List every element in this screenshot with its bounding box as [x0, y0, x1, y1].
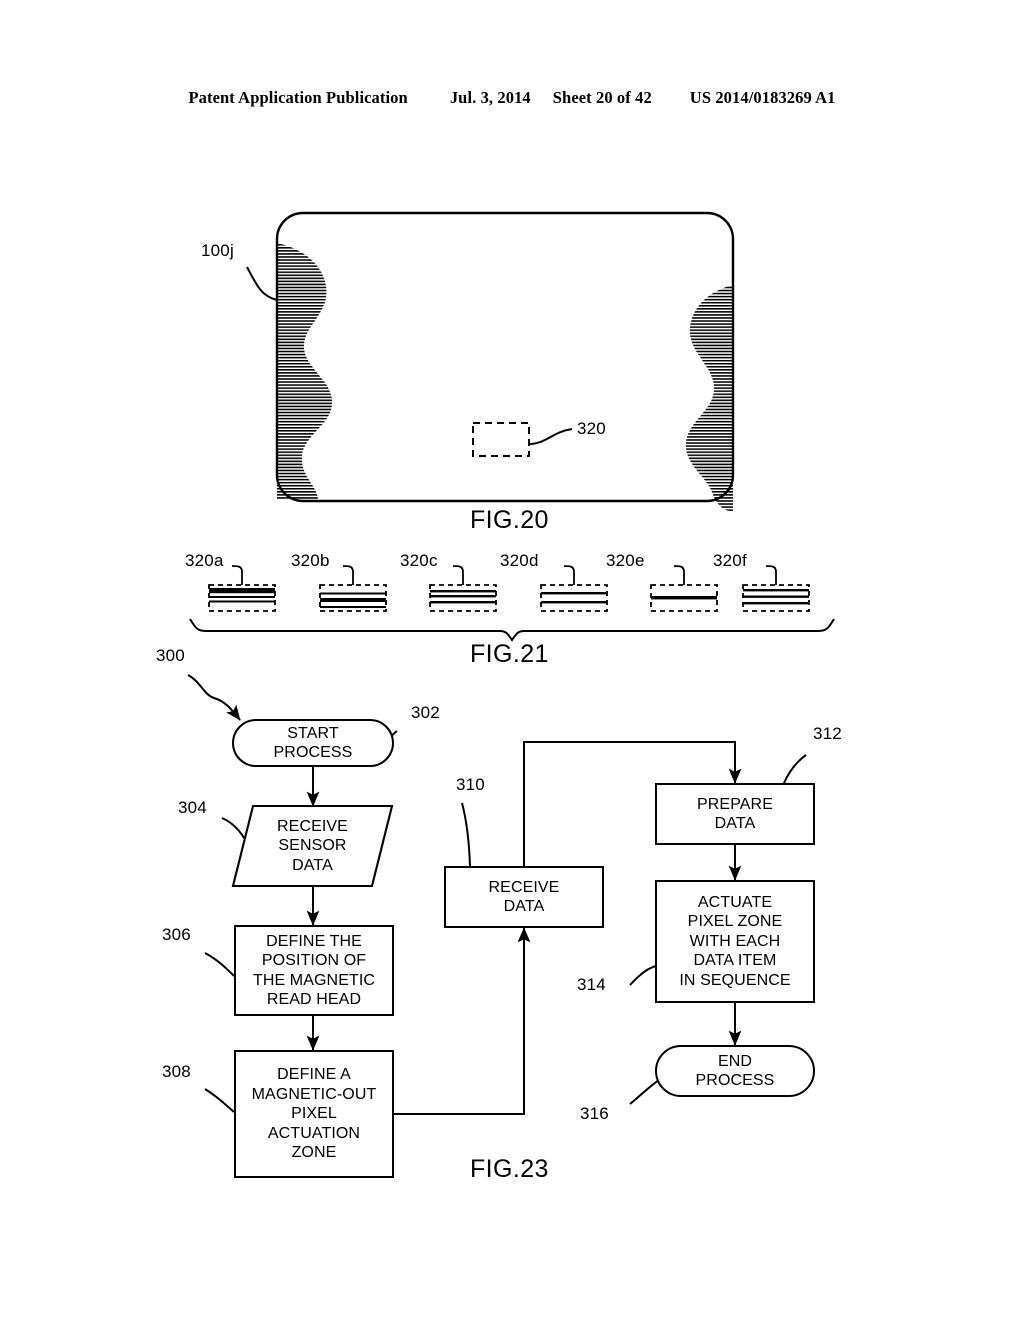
fig23-caption: FIG.23 — [470, 1155, 549, 1183]
fig21-label-320c: 320c — [400, 551, 438, 570]
fig21-label-320f: 320f — [713, 551, 747, 570]
fig21-label-320d: 320d — [500, 551, 539, 570]
fig20-device-label: 100j — [201, 241, 234, 260]
flow-node-end-process[interactable]: END PROCESS — [655, 1045, 815, 1097]
flow-node-receive-sensor-data-text: RECEIVE SENSOR DATA — [277, 817, 348, 874]
flow-node-start-process-text: START PROCESS — [273, 724, 353, 762]
flow-node-receive-data-text: RECEIVE DATA — [488, 878, 560, 916]
fig21-label-320b: 320b — [291, 551, 330, 570]
fig21-item-320e — [650, 565, 718, 612]
flow-ref-302: 302 — [411, 703, 440, 722]
fig21-item-320b — [319, 565, 387, 612]
flow-node-prepare-data-text: PREPARE DATA — [697, 795, 773, 833]
fig20-caption: FIG.20 — [470, 506, 549, 534]
flow-node-actuate-pixel-zone-text: ACTUATE PIXEL ZONE WITH EACH DATA ITEM I… — [679, 893, 791, 989]
flow-node-receive-data[interactable]: RECEIVE DATA — [444, 866, 604, 928]
flow-ref-304: 304 — [178, 798, 207, 817]
flow-node-define-actuation-zone[interactable]: DEFINE A MAGNETIC-OUT PIXEL ACTUATION ZO… — [234, 1050, 394, 1178]
fig21-caption: FIG.21 — [470, 640, 549, 668]
flow-ref-312: 312 — [813, 724, 842, 743]
fig20-device-outline — [275, 211, 735, 503]
flow-node-end-process-text: END PROCESS — [695, 1052, 775, 1090]
flow-node-start-process[interactable]: START PROCESS — [232, 719, 394, 767]
fig21-item-320d — [540, 565, 608, 612]
flow-ref-308: 308 — [162, 1062, 191, 1081]
fig21-item-320c — [429, 565, 497, 612]
flow-ref-316: 316 — [580, 1104, 609, 1123]
fig21-item-320f — [742, 565, 810, 612]
fig21-label-320a: 320a — [185, 551, 224, 570]
flow-ref-310: 310 — [456, 775, 485, 794]
flow-node-prepare-data[interactable]: PREPARE DATA — [655, 783, 815, 845]
flow-node-receive-sensor-data[interactable]: RECEIVE SENSOR DATA — [233, 806, 392, 886]
fig21-label-320e: 320e — [606, 551, 645, 570]
fig21-brace — [189, 618, 835, 642]
flow-ref-306: 306 — [162, 925, 191, 944]
fig20-lead-line-100j — [246, 266, 278, 301]
fig20-zone-label: 320 — [577, 419, 606, 438]
patent-drawing-sheet: Patent Application Publication Jul. 3, 2… — [0, 0, 1024, 1320]
flow-node-define-read-head-position[interactable]: DEFINE THE POSITION OF THE MAGNETIC READ… — [234, 925, 394, 1016]
fig23-flow-label: 300 — [156, 646, 185, 665]
flow-node-define-actuation-zone-text: DEFINE A MAGNETIC-OUT PIXEL ACTUATION ZO… — [251, 1066, 377, 1162]
fig21-item-320a — [208, 565, 276, 612]
flow-node-actuate-pixel-zone[interactable]: ACTUATE PIXEL ZONE WITH EACH DATA ITEM I… — [655, 880, 815, 1003]
flow-node-define-read-head-position-text: DEFINE THE POSITION OF THE MAGNETIC READ… — [252, 932, 376, 1009]
flow-ref-314: 314 — [577, 975, 606, 994]
